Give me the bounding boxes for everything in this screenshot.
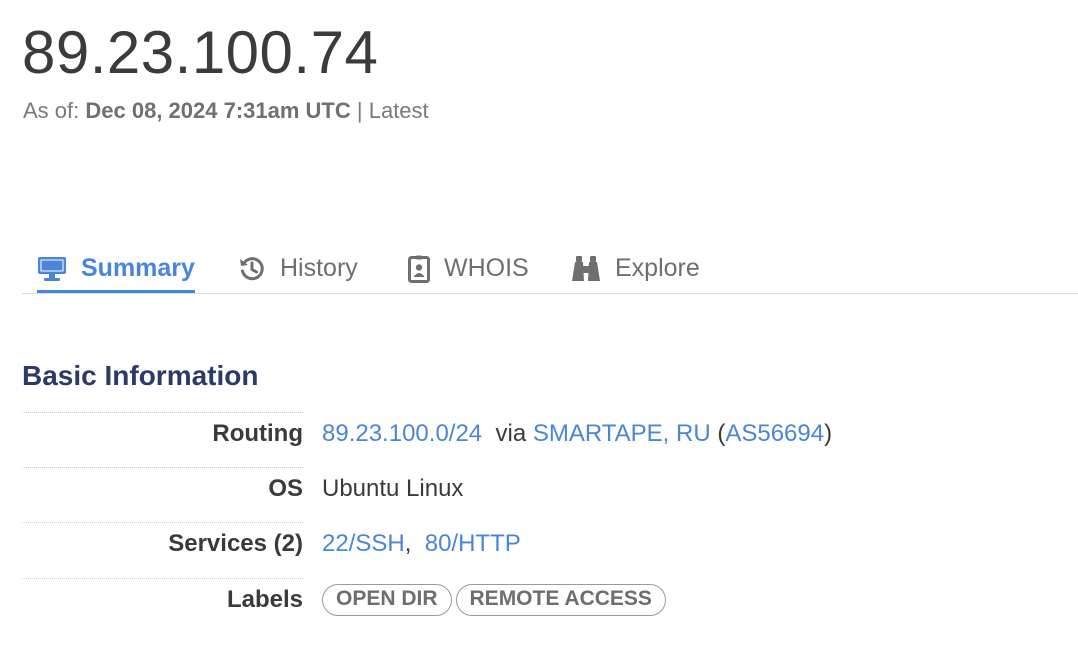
routing-value: 89.23.100.0/24 via SMARTAPE, RU (AS56694… [322, 420, 832, 448]
os-label: OS [268, 475, 303, 502]
labels-label: Labels [226, 586, 303, 613]
services-value: 22/SSH, 80/HTTP [322, 530, 521, 558]
routing-org-link[interactable]: SMARTAPE, RU [533, 420, 711, 447]
tab-bar: Summary History WHOIS Explore [22, 245, 1078, 294]
binoculars-icon [572, 255, 600, 281]
as-of-separator: | [356, 98, 363, 123]
routing-close-paren: ) [824, 420, 833, 447]
tab-history-label: History [280, 254, 358, 282]
tab-summary-label: Summary [81, 254, 195, 282]
service-link-http[interactable]: 80/HTTP [425, 530, 521, 557]
as-of-date: Dec 08, 2024 7:31am UTC [85, 98, 351, 123]
tab-summary[interactable]: Summary [37, 245, 195, 293]
tab-explore-label: Explore [615, 254, 700, 282]
info-row-labels: Labels OPEN DIR REMOTE ACCESS [22, 578, 1022, 633]
info-row-os: OS Ubuntu Linux [22, 467, 1022, 522]
tab-whois[interactable]: WHOIS [408, 245, 529, 292]
as-of-latest: Latest [368, 98, 429, 123]
history-icon [240, 256, 264, 280]
row-separator [22, 412, 303, 413]
routing-label: Routing [212, 420, 303, 447]
os-value: Ubuntu Linux [322, 475, 464, 502]
row-separator [22, 578, 303, 579]
row-separator [22, 522, 303, 523]
service-link-ssh[interactable]: 22/SSH [322, 530, 405, 557]
as-of-line: As of: Dec 08, 2024 7:31am UTC | Latest [23, 98, 429, 124]
page-title: 89.23.100.74 [22, 19, 379, 86]
services-separator: , [404, 530, 412, 557]
section-title-basic-information: Basic Information [22, 360, 259, 391]
labels-value: OPEN DIR REMOTE ACCESS [322, 584, 670, 616]
monitor-icon [38, 256, 66, 281]
id-card-icon [408, 255, 430, 283]
tab-whois-label: WHOIS [444, 254, 529, 282]
as-of-prefix: As of: [23, 98, 80, 123]
tab-history[interactable]: History [238, 245, 358, 292]
host-page: 89.23.100.74 As of: Dec 08, 2024 7:31am … [0, 0, 1078, 653]
row-separator [22, 467, 303, 468]
routing-prefix-link[interactable]: 89.23.100.0/24 [322, 420, 482, 447]
info-row-routing: Routing 89.23.100.0/24 via SMARTAPE, RU … [22, 412, 1022, 467]
label-pill-remote-access[interactable]: REMOTE ACCESS [455, 584, 666, 616]
routing-asn-link[interactable]: AS56694 [725, 420, 824, 447]
routing-via-text: via [495, 420, 527, 447]
services-label: Services (2) [168, 530, 303, 557]
tab-explore[interactable]: Explore [571, 245, 700, 292]
label-pill-open-dir[interactable]: OPEN DIR [322, 584, 452, 616]
info-row-services: Services (2) 22/SSH, 80/HTTP [22, 522, 1022, 577]
